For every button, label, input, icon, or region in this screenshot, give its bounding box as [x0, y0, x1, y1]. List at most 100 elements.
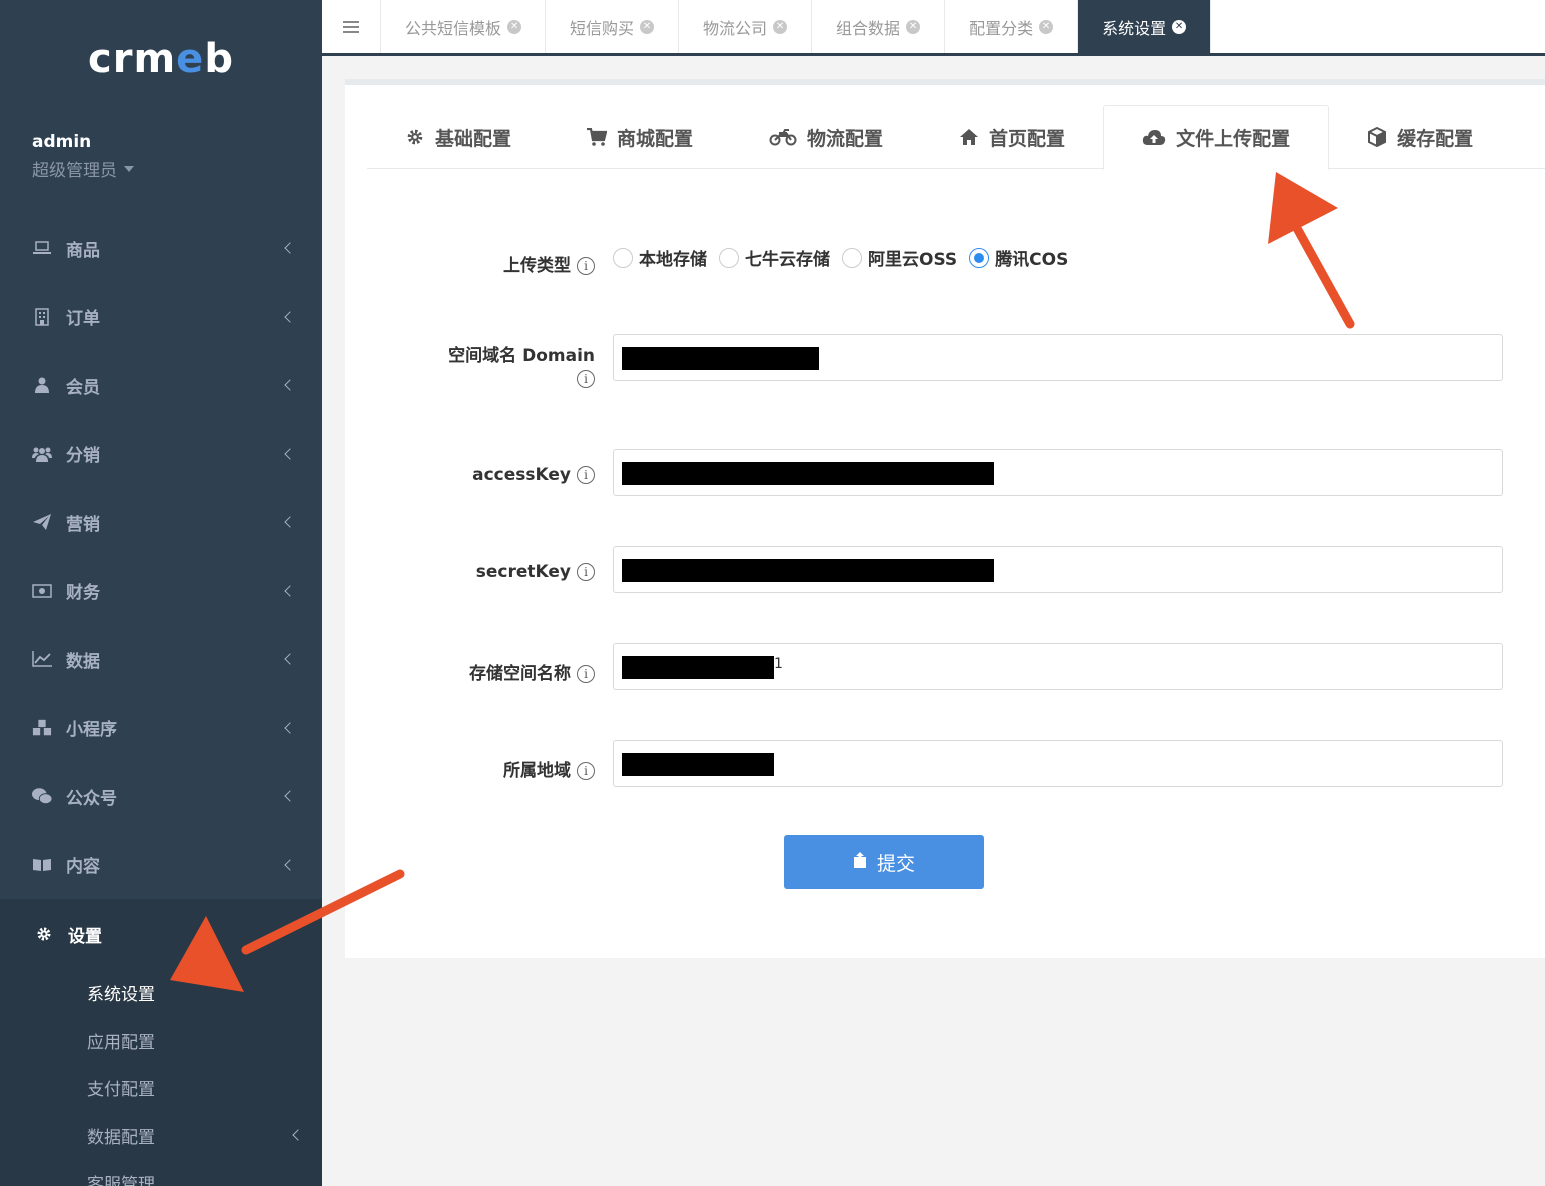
region-input[interactable]	[613, 740, 1503, 787]
chevron-left-icon	[284, 379, 296, 391]
tab-mall-config[interactable]: 商城配置	[549, 105, 731, 169]
cart-icon	[587, 127, 608, 147]
profile-role-dropdown[interactable]: 超级管理员	[32, 156, 290, 181]
radio-label: 腾讯COS	[995, 250, 1069, 270]
chevron-left-icon	[284, 790, 296, 802]
sidebar-subitem-system-settings[interactable]: 系统设置	[0, 969, 322, 1017]
paper-plane-icon	[32, 513, 52, 531]
sidebar-item-members[interactable]: 会员	[0, 351, 322, 420]
chevron-left-icon	[284, 448, 296, 460]
sidebar-subitem-app-config[interactable]: 应用配置	[0, 1017, 322, 1065]
config-card: 基础配置 商城配置 物流配置 首页配置 文件上传配置 缓存配置 上传类型 i 本地…	[345, 85, 1545, 958]
close-icon[interactable]: ✕	[1172, 19, 1187, 34]
profile-username: admin	[32, 132, 92, 152]
sidebar-subitem-customer-service[interactable]: 客服管理	[0, 1159, 322, 1186]
sidebar-item-data[interactable]: 数据	[0, 625, 322, 694]
tab-file-upload-config[interactable]: 文件上传配置	[1103, 105, 1330, 170]
chevron-left-icon	[284, 311, 296, 323]
sidebar-item-label: 设置	[68, 926, 102, 947]
users-icon	[32, 445, 52, 463]
sidebar-item-goods[interactable]: 商品	[0, 214, 322, 283]
sidebar-item-finance[interactable]: 财务	[0, 557, 322, 626]
info-icon[interactable]: i	[577, 370, 595, 388]
page-tab[interactable]: 公共短信模板 ✕	[381, 0, 547, 53]
tab-label: 缓存配置	[1397, 127, 1474, 150]
bucket-label: 存储空间名称 i	[345, 659, 595, 684]
hamburger-icon	[343, 25, 359, 28]
sidebar-item-label: 商品	[66, 240, 100, 261]
close-icon[interactable]: ✕	[773, 19, 788, 34]
sidebar-item-orders[interactable]: 订单	[0, 283, 322, 352]
sidebar-item-label: 内容	[66, 857, 100, 878]
sidebar-subitem-label: 系统设置	[87, 985, 155, 1006]
cube-icon	[1367, 127, 1387, 147]
logo[interactable]: crmeb	[0, 0, 322, 118]
radio-circle	[719, 247, 739, 268]
sidebar-item-label: 财务	[66, 583, 100, 604]
page-tab[interactable]: 组合数据 ✕	[812, 0, 946, 53]
sidebar-item-label: 数据	[66, 651, 100, 672]
sidebar-subitem-payment-config[interactable]: 支付配置	[0, 1064, 322, 1112]
region-label: 所属地域 i	[345, 756, 595, 781]
redacted-value	[622, 559, 994, 582]
redacted-value	[622, 656, 774, 679]
sidebar-subitem-label: 客服管理	[87, 1175, 155, 1186]
info-icon[interactable]: i	[577, 762, 595, 780]
chevron-left-icon	[284, 585, 296, 597]
close-icon[interactable]: ✕	[640, 19, 655, 34]
sidebar-item-distribution[interactable]: 分销	[0, 420, 322, 489]
sidebar-subitem-label: 支付配置	[87, 1080, 155, 1101]
page-tab[interactable]: 配置分类 ✕	[945, 0, 1079, 53]
sidebar-subitem-label: 应用配置	[87, 1032, 155, 1053]
domain-input[interactable]	[613, 334, 1503, 381]
sidebar-item-marketing[interactable]: 营销	[0, 488, 322, 557]
sidebar-item-official-account[interactable]: 公众号	[0, 762, 322, 831]
radio-qiniu-storage[interactable]: 七牛云存储	[719, 245, 830, 270]
tab-basic-config[interactable]: 基础配置	[367, 105, 549, 169]
submit-button[interactable]: 提交	[784, 835, 984, 889]
profile: admin 超级管理员	[0, 118, 322, 214]
sidebar-subitem-data-config[interactable]: 数据配置	[0, 1112, 322, 1160]
bucket-value-tail: 1	[774, 656, 783, 672]
close-icon[interactable]: ✕	[1039, 19, 1054, 34]
page-tab-active[interactable]: 系统设置 ✕	[1078, 0, 1212, 53]
sidebar-item-content[interactable]: 内容	[0, 831, 322, 900]
chevron-left-icon	[284, 653, 296, 665]
home-icon	[959, 127, 979, 147]
page-tab[interactable]: 短信购买 ✕	[546, 0, 680, 53]
close-icon[interactable]: ✕	[507, 19, 522, 34]
wechat-icon	[32, 787, 52, 805]
upload-icon	[853, 851, 867, 873]
radio-circle	[613, 247, 633, 268]
radio-aliyun-oss[interactable]: 阿里云OSS	[842, 245, 957, 270]
radio-tencent-cos[interactable]: 腾讯COS	[969, 245, 1068, 270]
sidebar-item-settings-head[interactable]: 设置	[0, 899, 322, 969]
access-key-input[interactable]	[613, 449, 1503, 496]
sidebar-item-miniprogram[interactable]: 小程序	[0, 694, 322, 763]
page-tab-label: 系统设置	[1102, 18, 1167, 38]
info-icon[interactable]: i	[577, 665, 595, 683]
gear-icon	[405, 127, 425, 147]
tab-label: 基础配置	[435, 127, 512, 150]
info-icon[interactable]: i	[577, 563, 595, 581]
info-icon[interactable]: i	[577, 466, 595, 484]
sidebar-item-label: 营销	[66, 514, 100, 535]
motorcycle-icon	[769, 127, 797, 147]
info-icon[interactable]: i	[577, 257, 595, 275]
page-tabs-bar: 公共短信模板 ✕ 短信购买 ✕ 物流公司 ✕ 组合数据 ✕ 配置分类 ✕ 系统设置 ✕	[322, 0, 1545, 56]
tab-label: 商城配置	[617, 127, 694, 150]
tab-logistics-config[interactable]: 物流配置	[731, 105, 921, 169]
tab-home-config[interactable]: 首页配置	[921, 105, 1103, 169]
close-icon[interactable]: ✕	[906, 19, 921, 34]
tab-cache-config[interactable]: 缓存配置	[1329, 105, 1511, 169]
page-tab[interactable]: 物流公司 ✕	[679, 0, 813, 53]
cubes-icon	[32, 719, 52, 737]
bucket-input[interactable]: 1	[613, 643, 1503, 690]
profile-role-label: 超级管理员	[32, 161, 117, 181]
sidebar-item-label: 小程序	[66, 720, 117, 741]
radio-local-storage[interactable]: 本地存储	[613, 245, 707, 270]
secret-key-input[interactable]	[613, 546, 1503, 593]
cloud-upload-icon	[1142, 128, 1166, 148]
menu-toggle-button[interactable]	[322, 0, 381, 53]
sidebar-subitem-label: 数据配置	[87, 1127, 155, 1148]
